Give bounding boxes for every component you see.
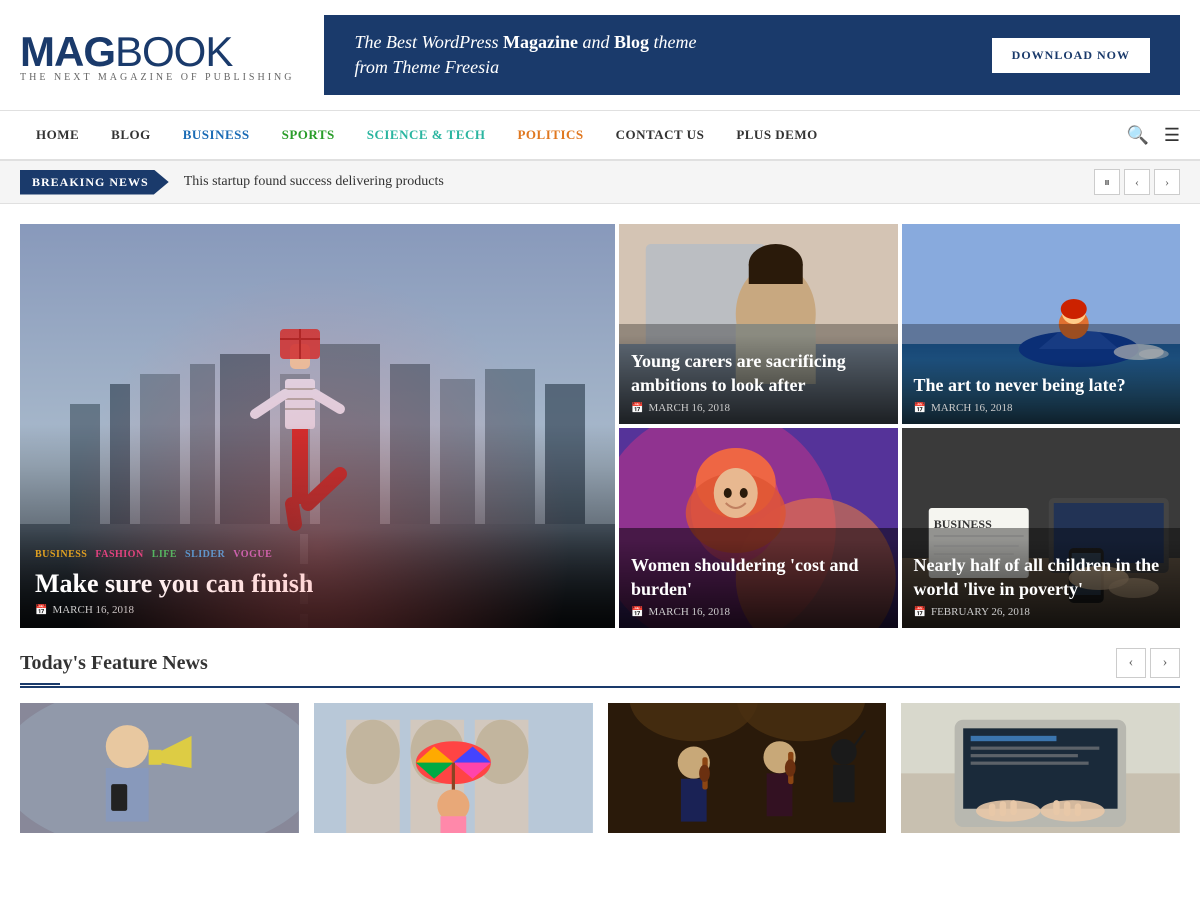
search-icon[interactable]: 🔍 <box>1126 125 1148 146</box>
navigation: HOME BLOG BUSINESS SPORTS SCIENCE & TECH… <box>0 111 1200 161</box>
feature-thumb-2 <box>314 703 593 833</box>
header-ad[interactable]: The Best WordPress Magazine and Blog the… <box>324 15 1180 95</box>
carers-date: MARCH 16, 2018 <box>631 402 886 414</box>
carers-overlay: Young carers are sacrificing ambitions t… <box>619 335 898 424</box>
breaking-news-label: Breaking News <box>20 170 169 195</box>
feature-thumb-1 <box>20 703 299 833</box>
menu-icon[interactable]: ☰ <box>1164 125 1180 146</box>
nav-item-blog[interactable]: BLOG <box>95 110 167 160</box>
ad-download-button[interactable]: DOWNLOAD NOW <box>992 38 1150 73</box>
tag-business[interactable]: BUSINESS <box>35 549 87 560</box>
main-article-grid: BUSINESS FASHION LIFE SLIDER VOGUE Make … <box>0 204 1200 638</box>
late-overlay: The art to never being late? MARCH 16, 2… <box>902 359 1181 424</box>
breaking-news-controls: ⏸ ‹ › <box>1094 169 1180 195</box>
article-carers[interactable]: Young carers are sacrificing ambitions t… <box>619 224 898 424</box>
nav-item-politics[interactable]: POLITICS <box>501 110 599 160</box>
tag-slider[interactable]: SLIDER <box>185 549 225 560</box>
nav-item-science[interactable]: SCIENCE & TECH <box>351 110 502 160</box>
article-late[interactable]: The art to never being late? MARCH 16, 2… <box>902 224 1181 424</box>
poverty-overlay: Nearly half of all children in the world… <box>902 539 1181 628</box>
nav-links: HOME BLOG BUSINESS SPORTS SCIENCE & TECH… <box>20 110 1126 160</box>
header: MAGBOOK THE NEXT MAGAZINE OF PUBLISHING … <box>0 0 1200 111</box>
feature-grid <box>20 703 1180 833</box>
breaking-news-bar: Breaking News This startup found success… <box>0 161 1200 204</box>
featured-article[interactable]: BUSINESS FASHION LIFE SLIDER VOGUE Make … <box>20 224 615 628</box>
feature-card-1[interactable] <box>20 703 299 833</box>
poverty-title: Nearly half of all children in the world… <box>914 554 1169 601</box>
section-title: Today's Feature News <box>20 652 208 675</box>
featured-overlay: BUSINESS FASHION LIFE SLIDER VOGUE Make … <box>20 529 615 628</box>
nav-icons: 🔍 ☰ <box>1126 125 1180 146</box>
logo-sub: THE NEXT MAGAZINE OF PUBLISHING <box>20 72 294 83</box>
breaking-news-text: This startup found success delivering pr… <box>184 174 1094 190</box>
logo[interactable]: MAGBOOK THE NEXT MAGAZINE OF PUBLISHING <box>20 28 294 83</box>
late-date: MARCH 16, 2018 <box>914 402 1169 414</box>
breaking-next-button[interactable]: › <box>1154 169 1180 195</box>
featured-title: Make sure you can finish <box>35 568 600 599</box>
breaking-prev-button[interactable]: ‹ <box>1124 169 1150 195</box>
feature-prev-button[interactable]: ‹ <box>1116 648 1146 678</box>
feature-card-3[interactable] <box>608 703 887 833</box>
article-poverty[interactable]: BUSINESS Nearly half of all children in … <box>902 428 1181 628</box>
carers-title: Young carers are sacrificing ambitions t… <box>631 350 886 397</box>
tag-life[interactable]: LIFE <box>152 549 177 560</box>
feature-thumb-4 <box>901 703 1180 833</box>
article-women[interactable]: Women shouldering 'cost and burden' MARC… <box>619 428 898 628</box>
logo-text: MAGBOOK <box>20 28 294 76</box>
feature-card-4[interactable] <box>901 703 1180 833</box>
women-date: MARCH 16, 2018 <box>631 606 886 618</box>
feature-next-button[interactable]: › <box>1150 648 1180 678</box>
feature-card-2[interactable] <box>314 703 593 833</box>
breaking-pause-button[interactable]: ⏸ <box>1094 169 1120 195</box>
featured-date: MARCH 16, 2018 <box>35 604 600 616</box>
nav-item-sports[interactable]: SPORTS <box>266 110 351 160</box>
tag-vogue[interactable]: VOGUE <box>233 549 272 560</box>
nav-item-contact[interactable]: CONTACT US <box>600 110 721 160</box>
article-tags: BUSINESS FASHION LIFE SLIDER VOGUE <box>35 549 600 560</box>
tag-fashion[interactable]: FASHION <box>95 549 143 560</box>
feature-thumb-3 <box>608 703 887 833</box>
nav-item-plus-demo[interactable]: PLUS DEMO <box>720 110 833 160</box>
ad-text: The Best WordPress Magazine and Blog the… <box>354 30 696 80</box>
section-nav: ‹ › <box>1116 648 1180 678</box>
women-title: Women shouldering 'cost and burden' <box>631 554 886 601</box>
women-overlay: Women shouldering 'cost and burden' MARC… <box>619 539 898 628</box>
nav-item-business[interactable]: BUSINESS <box>167 110 266 160</box>
late-title: The art to never being late? <box>914 374 1169 397</box>
section-header: Today's Feature News ‹ › <box>20 648 1180 688</box>
nav-item-home[interactable]: HOME <box>20 110 95 160</box>
feature-news-section: Today's Feature News ‹ › <box>0 638 1200 853</box>
poverty-date: FEBRUARY 26, 2018 <box>914 606 1169 618</box>
